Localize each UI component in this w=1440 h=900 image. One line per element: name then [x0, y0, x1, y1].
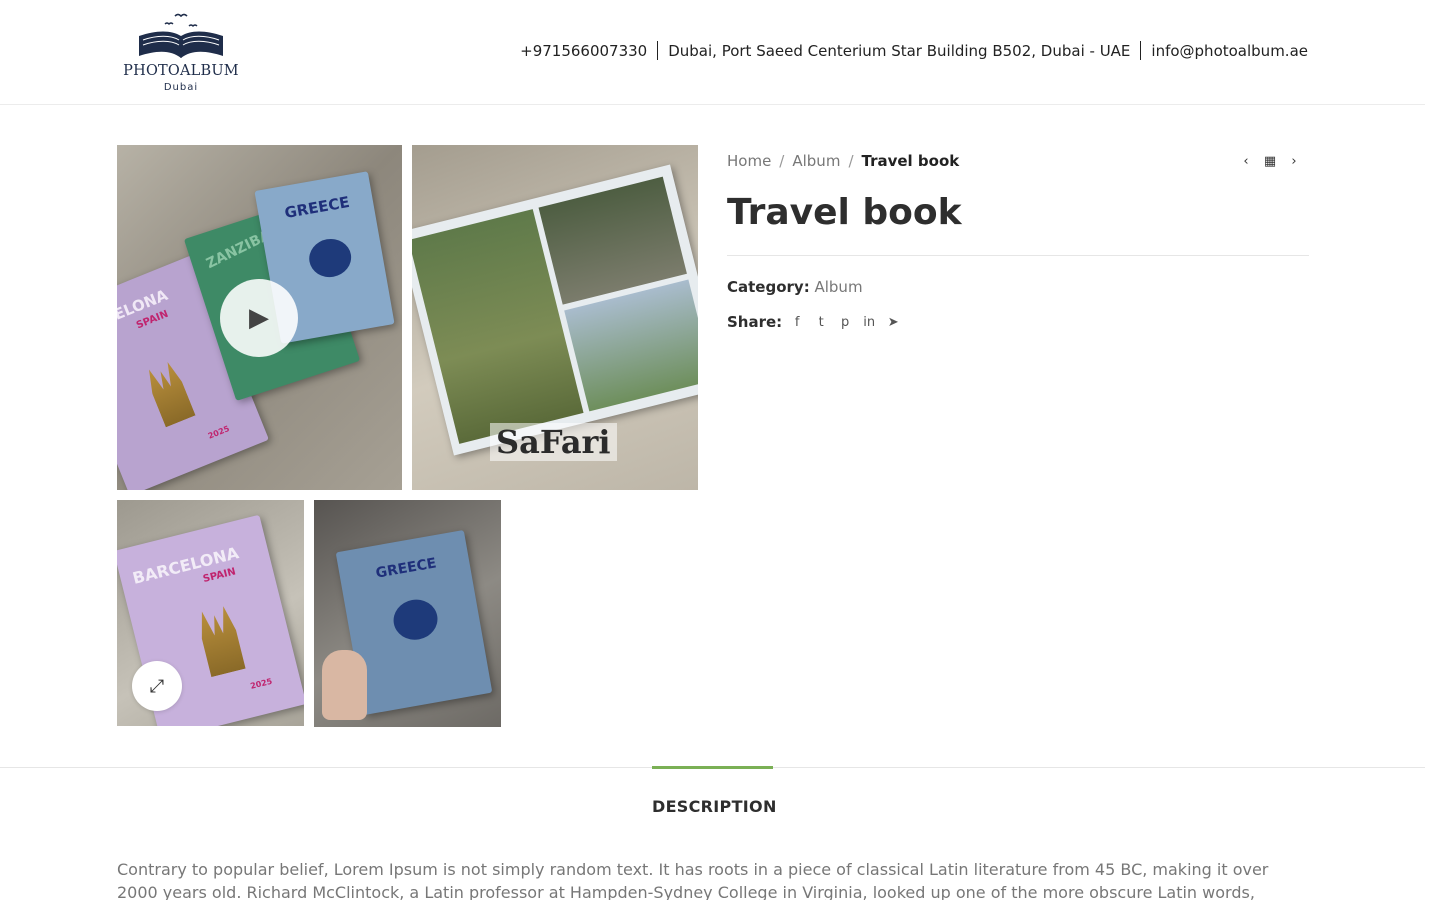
breadcrumb-home[interactable]: Home [727, 152, 771, 170]
category-link[interactable]: Album [814, 278, 862, 296]
open-album [412, 164, 698, 456]
category-label: Category: [727, 278, 810, 296]
breadcrumb-separator: / [779, 152, 785, 170]
zoom-button[interactable]: ⤢ [132, 661, 182, 711]
telegram-icon[interactable]: ➤ [886, 313, 900, 331]
prev-product-icon[interactable]: ‹ [1240, 152, 1252, 170]
description-text: Contrary to popular belief, Lorem Ipsum … [117, 860, 1269, 900]
phone-link[interactable]: +971566007330 [520, 42, 647, 60]
hand [322, 650, 367, 720]
cathedral-illustration [191, 604, 250, 679]
open-book-logo-icon [139, 13, 223, 58]
breadcrumb: Home / Album / Travel book [727, 152, 959, 170]
twitter-icon[interactable]: t [814, 313, 828, 331]
product-category: Category: Album [727, 278, 863, 296]
play-icon: ▶ [249, 303, 269, 333]
share-icons: f t p in ➤ [790, 313, 900, 331]
contact-divider [657, 41, 659, 60]
logo-name: PHOTOALBUM [123, 63, 239, 79]
site-header: PHOTOALBUM Dubai +971566007330 Dubai, Po… [0, 0, 1425, 105]
turtle-illustration [390, 596, 441, 644]
cathedral-illustration [140, 358, 200, 429]
breadcrumb-separator: / [848, 152, 854, 170]
share-row: Share: f t p in ➤ [727, 313, 900, 331]
site-logo[interactable]: PHOTOALBUM Dubai [123, 12, 241, 96]
tab-description[interactable]: DESCRIPTION [652, 797, 776, 816]
video-play-button[interactable]: ▶ [220, 279, 298, 357]
product-title: Travel book [727, 192, 962, 233]
share-label: Share: [727, 313, 783, 331]
tab-active-indicator [652, 766, 773, 769]
grid-icon[interactable]: ▦ [1264, 152, 1276, 170]
logo-subtitle: Dubai [163, 82, 199, 93]
product-navigation: ‹ ▦ › [1240, 152, 1300, 170]
breadcrumb-current: Travel book [861, 152, 960, 170]
breadcrumb-album[interactable]: Album [792, 152, 840, 170]
product-image-safari[interactable]: SaFari [412, 145, 698, 490]
header-contact: +971566007330 Dubai, Port Saeed Centeriu… [520, 41, 1308, 60]
contact-divider [1140, 41, 1142, 60]
safari-caption: SaFari [490, 423, 617, 461]
facebook-icon[interactable]: f [790, 313, 804, 331]
product-image-greece[interactable]: GREECE [314, 500, 501, 727]
email-link[interactable]: info@photoalbum.ae [1151, 42, 1308, 60]
pinterest-icon[interactable]: p [838, 313, 852, 331]
expand-icon: ⤢ [149, 675, 165, 697]
summary-divider [727, 255, 1309, 256]
next-product-icon[interactable]: › [1288, 152, 1300, 170]
linkedin-icon[interactable]: in [862, 313, 876, 331]
address-text: Dubai, Port Saeed Centerium Star Buildin… [668, 41, 1131, 60]
turtle-illustration [306, 235, 355, 281]
